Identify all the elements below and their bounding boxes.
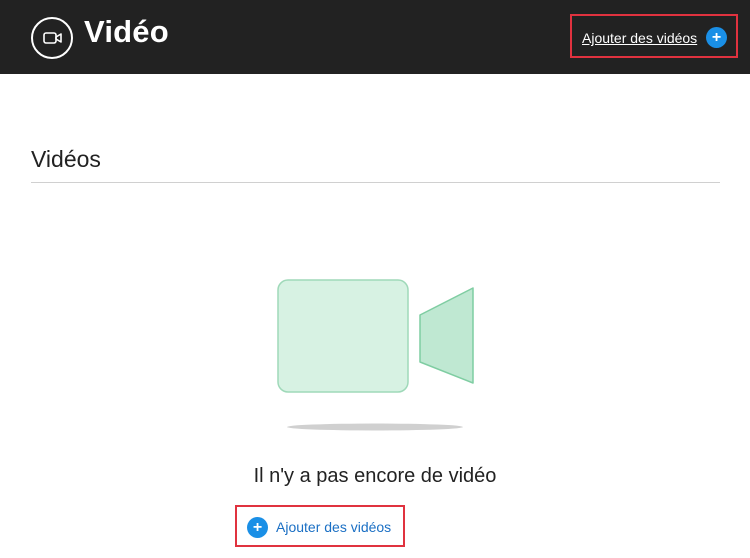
section-title: Vidéos (31, 146, 101, 172)
add-videos-label[interactable]: Ajouter des vidéos (582, 30, 697, 46)
video-camera-illustration (270, 270, 480, 440)
add-videos-label[interactable]: Ajouter des vidéos (276, 519, 391, 535)
plus-circle-icon[interactable]: + (247, 517, 268, 538)
page-title: Vidéo (84, 14, 169, 49)
section-divider (31, 182, 720, 183)
video-camera-icon (31, 17, 73, 59)
plus-circle-icon[interactable]: + (706, 27, 727, 48)
top-bar: Vidéo Ajouter des vidéos + (0, 0, 750, 74)
add-videos-button[interactable]: Ajouter des vidéos + (570, 14, 738, 58)
add-videos-button-empty-state[interactable]: + Ajouter des vidéos (235, 505, 405, 547)
empty-state-message: Il n'y a pas encore de vidéo (253, 465, 497, 487)
